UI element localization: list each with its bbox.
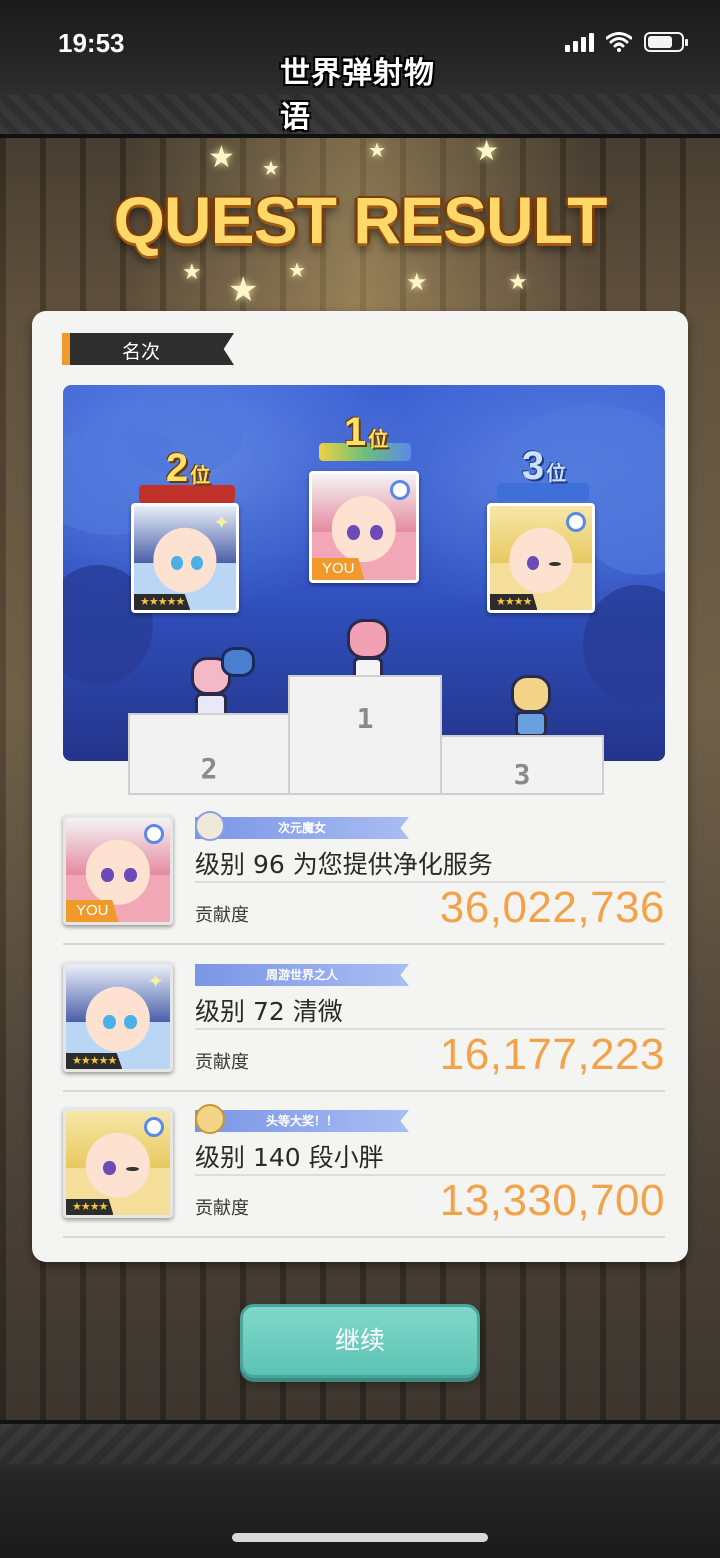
result-row: ✦ ★★★★★ 周游世界之人 级别 72 清微 贡献度 16,177,223	[63, 954, 665, 1092]
ring-icon	[390, 480, 410, 500]
title-badge-icon	[195, 1104, 225, 1134]
sparkle-icon: ✦	[213, 510, 230, 534]
avatar-third: ★★★★	[487, 503, 595, 613]
sparkle-icon: ✦	[147, 969, 164, 993]
player-name: 级别 140 段小胖	[195, 1143, 384, 1172]
title-ribbon: 周游世界之人	[195, 964, 409, 986]
star-icon: ★	[508, 270, 528, 295]
section-tab: 名次	[62, 333, 234, 365]
rank-banner-1: 1位	[343, 409, 389, 454]
star-icon: ★	[368, 138, 386, 162]
star-rating: ★★★★	[66, 1199, 114, 1215]
title-badge-icon	[195, 811, 225, 841]
contribution-value: 13,330,700	[439, 1176, 665, 1225]
star-icon: ★	[262, 156, 280, 180]
title-ribbon: 次元魔女	[195, 817, 409, 839]
player-name: 级别 72 清微	[195, 997, 343, 1026]
podium-first: 1	[288, 675, 442, 795]
star-icon: ★	[208, 140, 235, 175]
signal-icon	[565, 32, 594, 52]
ring-icon	[144, 824, 164, 844]
contribution-value: 36,022,736	[439, 883, 665, 932]
sprite-third	[501, 663, 565, 743]
contribution-value: 16,177,223	[439, 1030, 665, 1079]
rank-banner-3: 3位	[521, 443, 567, 488]
star-icon: ★	[182, 260, 202, 285]
rank-banner-2: 2位	[165, 445, 211, 490]
avatar-second: ✦ ★★★★★	[131, 503, 239, 613]
star-icon: ★	[228, 270, 259, 310]
podium-third: 3	[440, 735, 604, 795]
star-rating: ★★★★	[490, 594, 538, 610]
you-tag: YOU	[312, 558, 365, 580]
row-avatar: ★★★★	[63, 1108, 173, 1218]
contribution-label: 贡献度	[195, 905, 249, 926]
star-icon: ★	[406, 268, 428, 296]
status-icons	[565, 32, 688, 52]
contribution-label: 贡献度	[195, 1052, 249, 1073]
contribution-label: 贡献度	[195, 1198, 249, 1219]
avatar-first: YOU	[309, 471, 419, 583]
title-ribbon: 头等大奖！！	[195, 1110, 409, 1132]
row-avatar: YOU	[63, 815, 173, 925]
status-time: 19:53	[58, 28, 125, 58]
row-avatar: ✦ ★★★★★	[63, 962, 173, 1072]
game-logo: 世界弹射物语	[280, 56, 435, 135]
home-indicator[interactable]	[232, 1533, 488, 1542]
wifi-icon	[606, 32, 632, 52]
ring-icon	[566, 512, 586, 532]
you-tag: YOU	[66, 900, 119, 922]
player-name: 级别 96 为您提供净化服务	[195, 850, 493, 879]
result-row: ★★★★ 头等大奖！！ 级别 140 段小胖 贡献度 13,330,700	[63, 1100, 665, 1238]
star-rating: ★★★★★	[134, 594, 191, 610]
quest-result-title: QUEST RESULT	[113, 183, 608, 257]
continue-button[interactable]: 继续	[240, 1304, 480, 1378]
star-icon: ★	[474, 134, 500, 167]
star-icon: ★	[288, 258, 306, 282]
section-tab-label: 名次	[122, 341, 161, 363]
ring-icon	[144, 1117, 164, 1137]
result-row: YOU 次元魔女 级别 96 为您提供净化服务 贡献度 36,022,736	[63, 807, 665, 945]
result-panel: 名次 2位 1位 3位 ✦ ★★★★★ YOU ★★★★ 1 2 3 YOU 次…	[32, 311, 688, 1262]
star-rating: ★★★★★	[66, 1053, 123, 1069]
battery-icon	[644, 32, 688, 52]
podium-second: 2	[128, 713, 290, 795]
